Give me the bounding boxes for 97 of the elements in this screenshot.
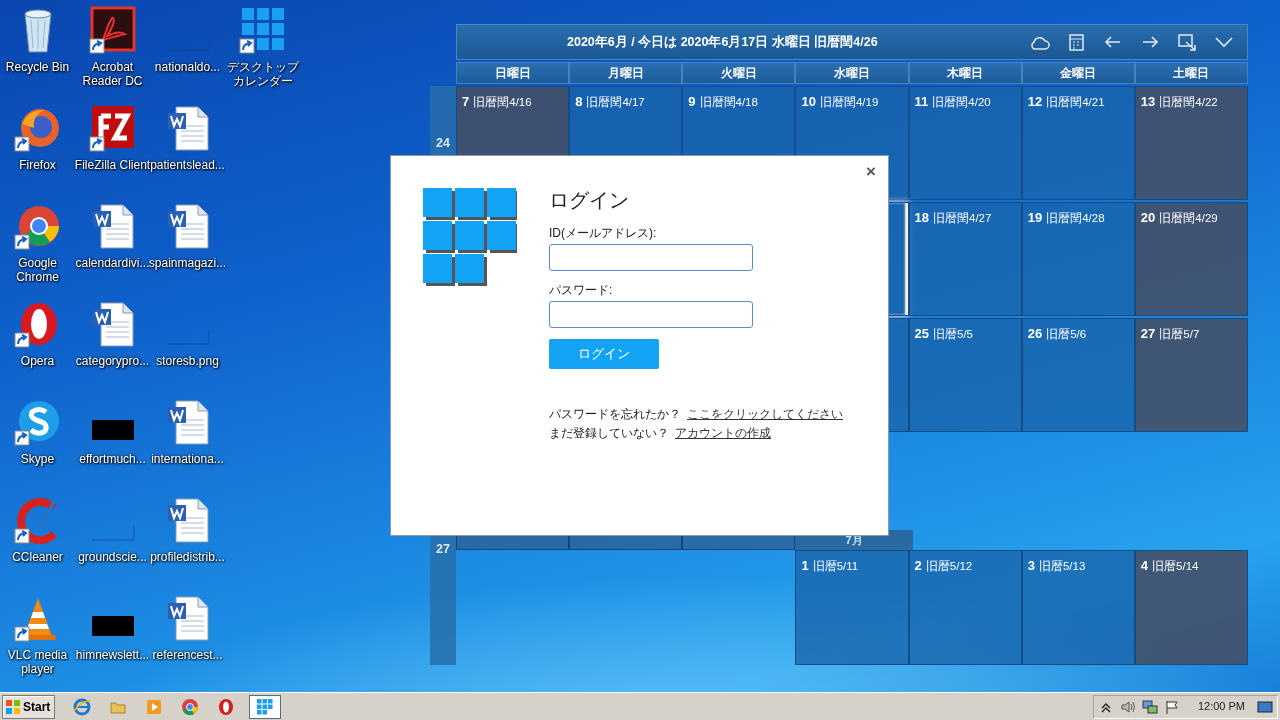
lunar-date: 旧暦5/6 [1046, 328, 1087, 340]
input-field[interactable] [549, 244, 753, 271]
start-button[interactable]: Start [2, 694, 56, 719]
lunar-date: 旧暦5/14 [1152, 560, 1199, 572]
calendar-day-cell[interactable]: 12 旧暦閏4/21 [1021, 86, 1135, 200]
day-number: 20 [1140, 210, 1156, 225]
field-label: ID(メールアドレス): [549, 225, 658, 242]
icon-label[interactable]: Firefox [19, 158, 56, 172]
weekday-header: 金曜日 [1021, 62, 1135, 84]
lunar-date: 旧暦閏4/29 [1159, 212, 1218, 224]
flag-icon[interactable] [1163, 698, 1180, 715]
icon-label[interactable]: profiledistrib... [150, 550, 225, 564]
help-text: パスワードを忘れたか？ [549, 407, 681, 421]
icon-label[interactable]: storesb.png [156, 354, 219, 368]
speaker-icon[interactable] [1119, 698, 1136, 715]
icon-label[interactable]: referencest... [152, 648, 223, 662]
chat-app-icon[interactable] [13, 398, 62, 446]
lunar-date: 旧暦5/12 [925, 560, 973, 572]
icon-label[interactable]: Recycle Bin [5, 60, 70, 74]
icon-label[interactable]: groundscie... [78, 550, 147, 564]
lunar-date: 旧暦5/13 [1038, 560, 1086, 572]
weekday-header: 水曜日 [795, 62, 909, 84]
help-link[interactable]: アカウントの作成 [675, 426, 771, 440]
lunar-date: 旧暦閏4/17 [586, 96, 645, 108]
weekday-header: 月曜日 [569, 62, 683, 84]
close-button[interactable]: × [864, 162, 878, 182]
calendar-day-cell[interactable]: 11 旧暦閏4/20 [908, 86, 1022, 200]
calendar-day-cell[interactable]: 4 旧暦5/14 [1134, 550, 1248, 665]
day-number: 7 [462, 94, 470, 109]
lunar-date: 旧暦閏4/20 [932, 96, 991, 108]
icon-label[interactable]: nationaldo... [154, 60, 221, 74]
day-number: 1 [801, 558, 809, 573]
icon-label[interactable]: effortmuch... [79, 452, 146, 466]
day-number: 11 [914, 94, 929, 109]
tile-grid-icon[interactable] [238, 6, 287, 54]
lunar-date: 旧暦閏4/16 [473, 96, 532, 108]
calendar-day-cell[interactable]: 1 旧暦5/11 [795, 550, 909, 665]
lunar-date: 旧暦閏4/19 [819, 96, 879, 108]
help-text: まだ登録していない？ [549, 426, 669, 440]
day-number: 12 [1027, 94, 1043, 109]
calendar-title: 2020年6月 / 今日は 2020年6月17日 水曜日 旧暦閏4/26 [567, 33, 878, 51]
show-desktop-icon[interactable] [1257, 698, 1273, 715]
taskbar-button[interactable] [249, 694, 282, 719]
weekday-header: 火曜日 [682, 62, 796, 84]
pdf-app-icon[interactable] [88, 6, 137, 54]
calendar-day-cell[interactable]: 27 旧暦5/7 [1134, 318, 1248, 432]
day-number: 3 [1027, 558, 1035, 573]
day-number: 13 [1140, 94, 1156, 109]
lunar-date: 旧暦5/7 [1159, 328, 1200, 340]
day-number: 18 [914, 210, 930, 225]
input-field[interactable] [549, 301, 753, 328]
icon-label[interactable]: calendardivi... [75, 256, 150, 270]
icon-label[interactable]: spainmagazi... [148, 256, 227, 270]
icon-label[interactable]: Opera [20, 354, 55, 368]
lunar-date: 旧暦閏4/21 [1046, 96, 1105, 108]
icon-label[interactable]: patientslead... [150, 158, 225, 172]
calendar-day-cell[interactable]: 3 旧暦5/13 [1021, 550, 1135, 665]
calendar-day-cell[interactable]: 26 旧暦5/6 [1021, 318, 1135, 432]
day-number: 26 [1027, 326, 1043, 341]
field-label: パスワード: [549, 282, 614, 299]
lunar-date: 旧暦5/11 [812, 560, 859, 572]
lunar-date: 旧暦閏4/27 [933, 212, 992, 224]
lunar-date: 旧暦閏4/18 [699, 96, 758, 108]
icon-label[interactable]: internationa... [151, 452, 224, 466]
help-link[interactable]: ここをクリックしてください [687, 407, 843, 421]
lunar-date: 旧暦閏4/28 [1046, 212, 1105, 224]
icon-label[interactable]: デスクトップカレンダー [222, 60, 303, 88]
ftp-app-icon[interactable] [88, 104, 137, 152]
day-number: 19 [1027, 210, 1043, 225]
day-number: 4 [1140, 558, 1149, 573]
calendar-day-cell[interactable]: 25 旧暦5/5 [908, 318, 1022, 432]
icon-label[interactable]: himnewslett... [75, 648, 150, 662]
calendar-day-cell[interactable]: 19 旧暦閏4/28 [1021, 202, 1135, 316]
lunar-date: 旧暦閏4/22 [1159, 96, 1218, 108]
weekday-header: 日曜日 [456, 62, 570, 84]
day-number: 8 [575, 94, 583, 109]
window-icon[interactable] [1176, 32, 1198, 52]
weekday-header: 木曜日 [908, 62, 1022, 84]
start-logo-icon[interactable] [5, 698, 21, 715]
calendar-day-cell[interactable]: 20 旧暦閏4/29 [1134, 202, 1248, 316]
icon-label[interactable]: Skype [20, 452, 55, 466]
calendar-day-cell[interactable]: 18 旧暦閏4/27 [908, 202, 1022, 316]
network-icon[interactable] [1141, 698, 1158, 715]
tile-grid-icon[interactable] [256, 697, 275, 716]
weekday-header: 土曜日 [1134, 62, 1248, 84]
lunar-date: 旧暦5/5 [933, 328, 974, 340]
clock-time[interactable]: 12:00 PM [1197, 698, 1245, 715]
day-number: 9 [688, 94, 696, 109]
day-number: 27 [1140, 326, 1156, 341]
day-number: 25 [914, 326, 930, 341]
icon-label[interactable]: Acrobat Reader DC [72, 60, 153, 88]
icon-label[interactable]: categorypro... [75, 354, 150, 368]
calendar-day-cell[interactable]: 13 旧暦閏4/22 [1134, 86, 1248, 200]
calendar-day-cell[interactable]: 2 旧暦5/12 [908, 550, 1022, 665]
icon-label[interactable]: CCleaner [12, 550, 63, 564]
day-number: 2 [914, 558, 922, 573]
day-number: 10 [801, 94, 816, 109]
